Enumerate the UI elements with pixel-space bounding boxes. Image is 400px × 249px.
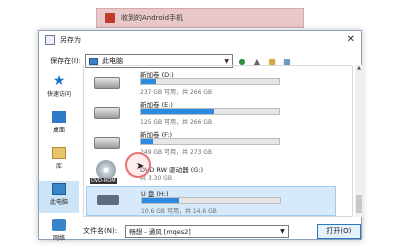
close-icon[interactable]: ✕ [347, 34, 355, 45]
drive-space-info: 237 GB 可用，共 266 GB [140, 89, 213, 96]
network-icon [52, 219, 66, 231]
usage-fill [141, 139, 154, 144]
app-icon [105, 13, 115, 23]
dvd-disc-icon [96, 160, 116, 180]
usb-drive-icon [97, 195, 119, 205]
sidebar-item-this-pc[interactable]: 此电脑 [39, 181, 79, 213]
drive-item-g[interactable]: DVD-ROM DVD RW 驱动器 (G:) 共 3.30 GB [86, 158, 336, 188]
scroll-thumb[interactable] [356, 195, 362, 213]
vertical-scrollbar[interactable]: ▲ [355, 65, 363, 217]
drive-item-e[interactable]: 新加卷 (E:) 125 GB 可用，共 266 GB [86, 98, 336, 128]
filename-input[interactable]: 畅想 - 通风 [mqes2] ▼ [125, 224, 289, 238]
sidebar-item-network[interactable]: 网络 [39, 217, 79, 249]
sidebar-item-label: 此电脑 [49, 199, 68, 206]
hard-drive-icon [94, 107, 120, 119]
save-as-dialog: 另存为 ✕ 保存在(I): 此电脑 ▼ ● ▲ ■ ▦ ★ 快速访问 桌面 库 … [38, 30, 363, 242]
library-icon [52, 147, 66, 159]
drive-item-h[interactable]: U 盘 (H:) 10.6 GB 可用，共 14.6 GB [86, 186, 336, 216]
filename-label: 文件名(N): [83, 227, 118, 235]
drive-item-d[interactable]: 新加卷 (D:) 237 GB 可用，共 266 GB [86, 68, 336, 98]
dialog-titlebar: 另存为 ✕ [39, 31, 361, 49]
drive-usage-bar [140, 108, 280, 115]
dvd-tag: DVD-ROM [90, 178, 117, 184]
computer-icon [52, 183, 66, 195]
sidebar-item-label: 快速访问 [46, 91, 71, 98]
chevron-down-icon: ▼ [224, 57, 229, 65]
filename-row: 文件名(N): 畅想 - 通风 [mqes2] ▼ 打开(O) [83, 221, 361, 241]
filename-value: 畅想 - 通风 [mqes2] [129, 228, 191, 236]
computer-icon [89, 57, 98, 65]
places-sidebar: ★ 快速访问 桌面 库 此电脑 网络 [39, 73, 79, 242]
window-icon [45, 35, 55, 45]
scroll-up-icon[interactable]: ▲ [355, 65, 363, 71]
drive-space-info: 125 GB 可用，共 266 GB [140, 119, 213, 126]
usage-fill [142, 198, 180, 203]
sidebar-item-label: 网络 [52, 235, 65, 242]
desktop-icon [52, 111, 66, 123]
open-button[interactable]: 打开(O) [316, 223, 361, 239]
save-in-label: 保存在(I): [50, 57, 81, 65]
drive-usage-bar [140, 138, 280, 145]
sidebar-item-quick-access[interactable]: ★ 快速访问 [39, 73, 79, 105]
background-app-title: 收到的Android手机 [121, 14, 184, 22]
sidebar-item-label: 库 [55, 163, 62, 170]
drive-space-info: 10.6 GB 可用，共 14.6 GB [141, 208, 217, 215]
drive-space-info: 249 GB 可用，共 273 GB [140, 149, 213, 156]
dialog-title: 另存为 [60, 36, 81, 44]
quick-access-star-icon: ★ [52, 73, 66, 89]
sidebar-item-desktop[interactable]: 桌面 [39, 109, 79, 141]
drive-item-f[interactable]: 新加卷 (F:) 249 GB 可用，共 273 GB [86, 128, 336, 158]
sidebar-item-label: 桌面 [52, 127, 65, 134]
usage-fill [141, 109, 215, 114]
drive-list: 新加卷 (D:) 237 GB 可用，共 266 GB 新加卷 (E:) 125… [83, 65, 353, 217]
usage-fill [141, 79, 157, 84]
hard-drive-icon [94, 137, 120, 149]
drive-usage-bar [141, 197, 281, 204]
background-app-window: 收到的Android手机 [96, 8, 304, 28]
chevron-down-icon: ▼ [280, 227, 285, 235]
mouse-cursor-icon: ➤ [136, 161, 145, 172]
hard-drive-icon [94, 77, 120, 89]
sidebar-item-library[interactable]: 库 [39, 145, 79, 177]
drive-usage-bar [140, 78, 280, 85]
